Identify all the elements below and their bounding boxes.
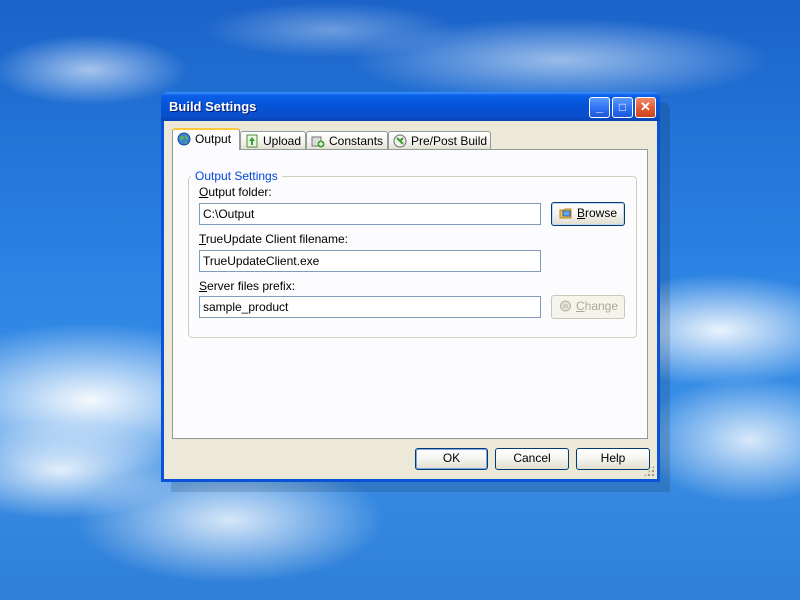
output-folder-label: Output folder: [199, 185, 272, 199]
title-bar[interactable]: Build Settings _ □ ✕ [161, 92, 660, 121]
folder-browse-icon [559, 208, 572, 219]
prepost-build-icon [393, 134, 407, 148]
tab-output[interactable]: Output [172, 128, 240, 150]
client-filename-input[interactable]: TrueUpdateClient.exe [199, 250, 541, 272]
output-folder-input[interactable]: C:\Output [199, 203, 541, 225]
dialog-client-area: Output Upload Constants Pre/Post Build O… [164, 121, 657, 479]
minimize-icon: _ [595, 99, 604, 114]
build-settings-window: Build Settings _ □ ✕ Output Upload Const… [161, 92, 660, 482]
change-icon [559, 300, 571, 312]
tab-constants-label: Constants [329, 134, 384, 148]
globe-icon [177, 132, 191, 146]
tab-upload[interactable]: Upload [240, 131, 306, 149]
tab-pre-post-build-label: Pre/Post Build [411, 134, 488, 148]
server-prefix-label: Server files prefix: [199, 279, 296, 293]
tab-upload-label: Upload [263, 134, 302, 148]
tab-pre-post-build[interactable]: Pre/Post Build [388, 131, 491, 149]
upload-icon [246, 134, 258, 148]
client-filename-label: TrueUpdate Client filename: [199, 232, 348, 246]
maximize-button[interactable]: □ [612, 97, 633, 118]
output-settings-group-title: Output Settings [191, 169, 282, 183]
close-button[interactable]: ✕ [635, 97, 656, 118]
server-prefix-input[interactable]: sample_product [199, 296, 541, 318]
browse-button[interactable]: Browse [551, 202, 625, 226]
maximize-icon: □ [618, 100, 627, 114]
change-button[interactable]: Change [551, 295, 625, 319]
close-icon: ✕ [640, 99, 651, 114]
tab-constants[interactable]: Constants [306, 131, 388, 149]
minimize-button[interactable]: _ [589, 97, 610, 118]
window-title: Build Settings [169, 99, 257, 114]
help-button[interactable]: Help [576, 448, 650, 470]
cancel-button[interactable]: Cancel [495, 448, 569, 470]
output-tab-panel: Output Settings Output folder: C:\Output… [172, 149, 648, 439]
ok-button[interactable]: OK [415, 448, 488, 470]
constants-icon [311, 136, 325, 148]
tab-output-label: Output [195, 132, 232, 146]
